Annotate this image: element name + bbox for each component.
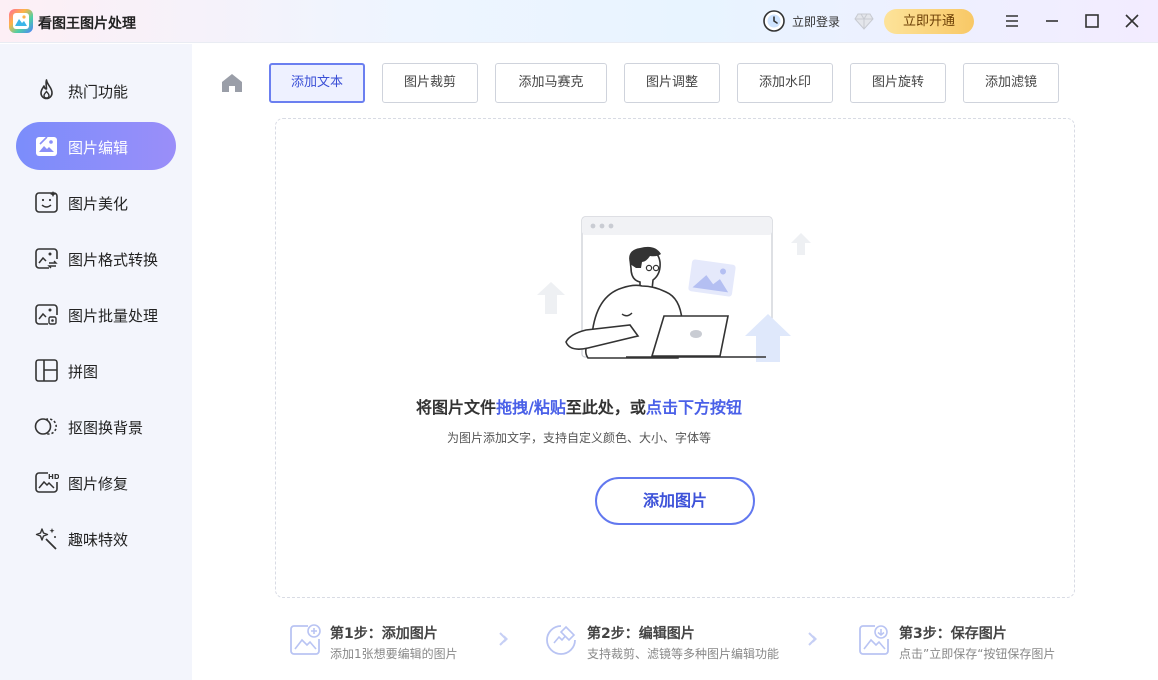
image-batch-icon [35, 304, 58, 325]
drop-hint-part1: 将图片文件 [416, 398, 497, 417]
sidebar-item-format-convert[interactable]: 图片格式转换 [16, 234, 176, 282]
sidebar-item-image-repair[interactable]: HD 图片修复 [16, 458, 176, 506]
tab-filter[interactable]: 添加滤镜 [963, 63, 1059, 103]
user-avatar-icon[interactable] [763, 10, 785, 32]
tab-crop[interactable]: 图片裁剪 [382, 63, 478, 103]
tab-mosaic[interactable]: 添加马赛克 [495, 63, 607, 103]
vip-activate-button[interactable]: 立即开通 [884, 9, 974, 34]
sidebar-item-label: 趣味特效 [68, 531, 129, 549]
image-edit-icon [36, 136, 57, 156]
sidebar: 热门功能 图片编辑 图片美化 图片格式转换 图片批量处理 拼图 抠图换背景 HD… [0, 44, 192, 680]
step-3-desc: 点击”立即保存“按钮保存图片 [899, 647, 1056, 661]
title-bar: 看图王图片处理 立即登录 立即开通 [0, 0, 1158, 43]
add-image-icon [290, 624, 321, 655]
close-icon[interactable] [1122, 11, 1142, 31]
add-image-button[interactable]: 添加图片 [595, 477, 755, 525]
hd-repair-icon: HD [35, 472, 59, 493]
login-link[interactable]: 立即登录 [792, 13, 840, 30]
sidebar-item-label: 图片批量处理 [68, 307, 159, 325]
maximize-icon[interactable] [1082, 11, 1102, 31]
home-icon[interactable] [220, 72, 244, 94]
sidebar-item-label: 图片格式转换 [68, 251, 159, 269]
sidebar-item-image-beautify[interactable]: 图片美化 [16, 178, 176, 226]
app-title: 看图王图片处理 [38, 16, 136, 32]
tab-rotate[interactable]: 图片旋转 [850, 63, 946, 103]
step-3-title: 第3步：保存图片 [899, 626, 1007, 642]
upload-illustration [537, 216, 811, 362]
step-1-desc: 添加1张想要编辑的图片 [330, 647, 458, 661]
sidebar-item-label: 拼图 [68, 363, 99, 381]
drop-hint-drag-paste: 拖拽/粘贴 [496, 398, 566, 417]
tab-watermark[interactable]: 添加水印 [737, 63, 833, 103]
sidebar-item-label: 热门功能 [68, 83, 129, 101]
sidebar-item-image-edit[interactable]: 图片编辑 [16, 122, 176, 170]
image-convert-icon [35, 248, 58, 269]
sidebar-item-collage[interactable]: 拼图 [16, 346, 176, 394]
sidebar-item-batch-process[interactable]: 图片批量处理 [16, 290, 176, 338]
flame-icon [40, 79, 53, 100]
svg-text:HD: HD [48, 473, 59, 481]
minimize-icon[interactable] [1042, 11, 1062, 31]
step-arrow-icon [808, 632, 817, 646]
save-image-icon [859, 625, 889, 655]
drop-hint-click-button: 点击下方按钮 [645, 398, 742, 417]
edit-image-icon [546, 625, 576, 655]
step-2-desc: 支持裁剪、滤镜等多种图片编辑功能 [587, 647, 780, 661]
step-2-title: 第2步：编辑图片 [587, 626, 695, 642]
step-1-title: 第1步：添加图片 [330, 626, 438, 642]
tab-adjust[interactable]: 图片调整 [624, 63, 720, 103]
sidebar-item-label: 图片修复 [68, 475, 129, 493]
app-logo-icon [9, 9, 33, 33]
sidebar-item-hot-features[interactable]: 热门功能 [16, 66, 176, 114]
drop-subtext: 为图片添加文字，支持自定义颜色、大小、字体等 [446, 431, 711, 445]
menu-icon[interactable] [1002, 11, 1022, 31]
sidebar-item-label: 图片美化 [68, 195, 129, 213]
image-beautify-icon [35, 191, 58, 213]
tab-add-text[interactable]: 添加文本 [269, 63, 365, 103]
magic-effect-icon [35, 528, 57, 550]
step-arrow-icon [499, 632, 508, 646]
diamond-icon [854, 13, 874, 30]
sidebar-item-label: 图片编辑 [68, 139, 129, 157]
collage-icon [35, 359, 58, 382]
drop-hint-part2: 至此处，或 [565, 398, 646, 417]
sidebar-item-fun-effects[interactable]: 趣味特效 [16, 514, 176, 562]
drop-hint: 将图片文件拖拽/粘贴至此处，或点击下方按钮 [0, 394, 1158, 418]
